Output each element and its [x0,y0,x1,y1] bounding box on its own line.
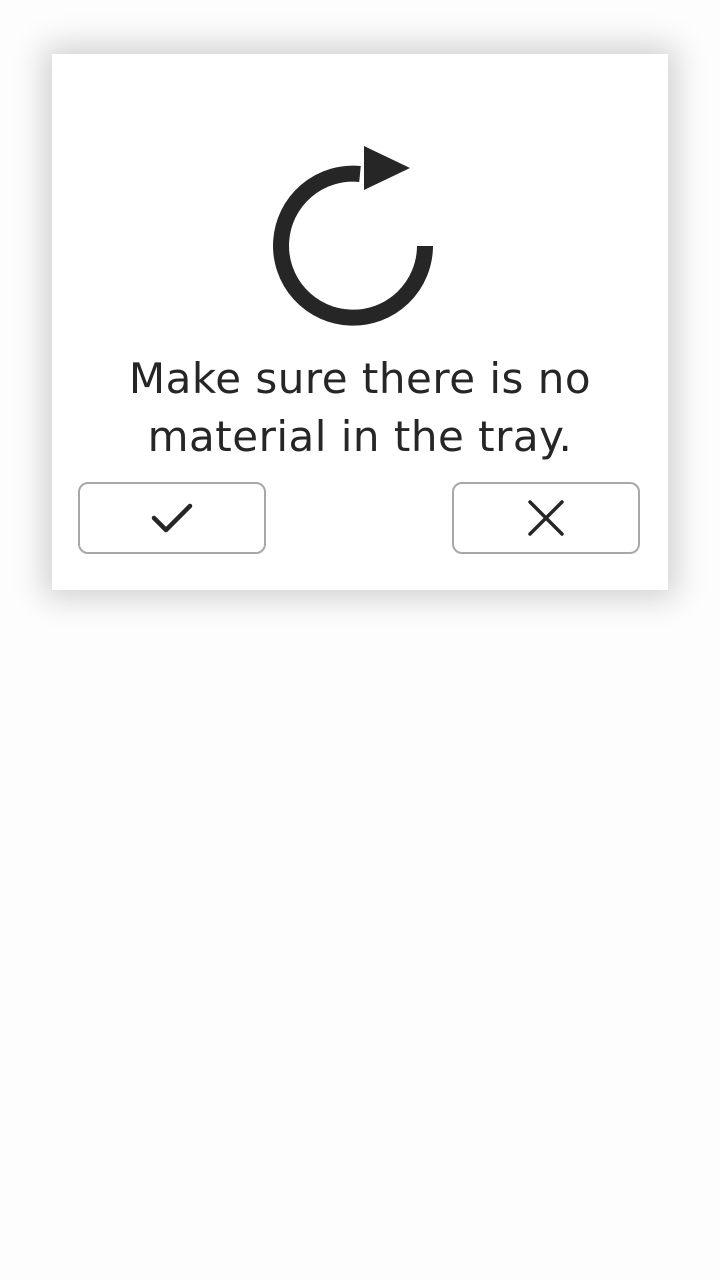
check-icon [151,503,193,533]
dialog-message: Make sure there is no material in the tr… [128,354,592,461]
screen: Make sure there is no material in the tr… [0,0,720,1280]
cancel-button[interactable] [452,482,640,554]
close-icon [528,500,564,536]
confirm-button[interactable] [78,482,266,554]
refresh-icon [273,146,433,326]
